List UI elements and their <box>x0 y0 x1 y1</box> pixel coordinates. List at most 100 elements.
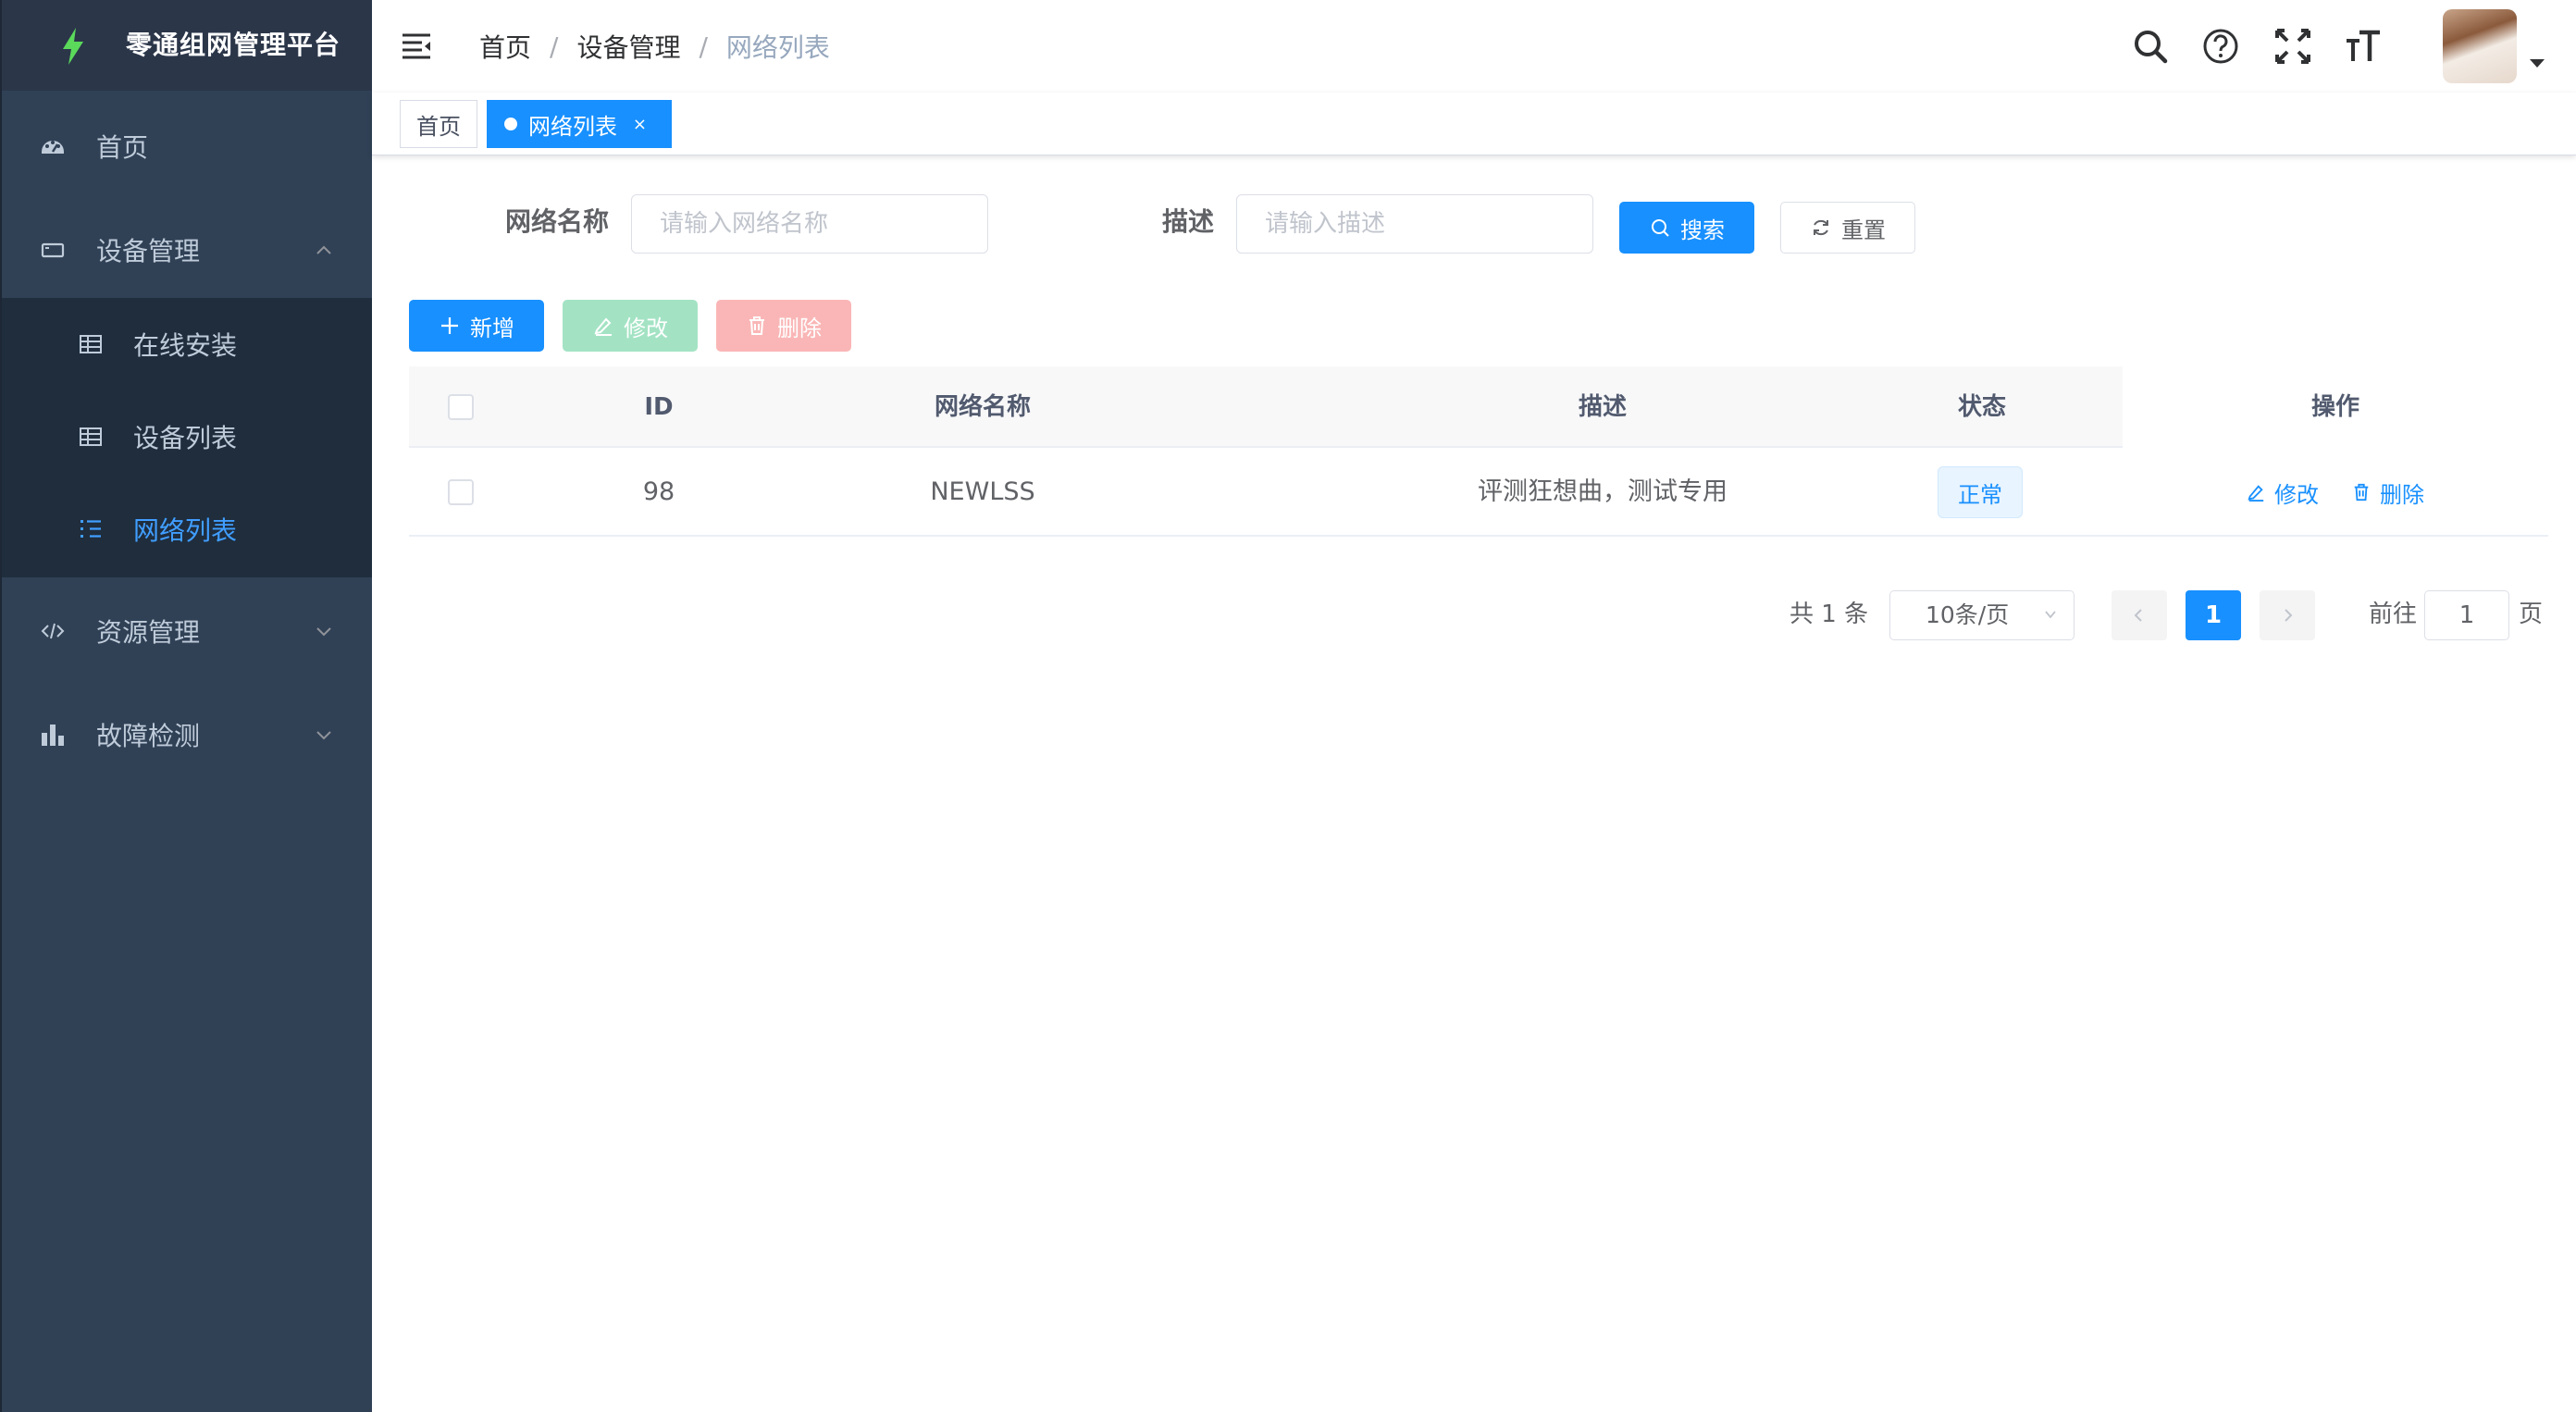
list-icon <box>78 516 104 542</box>
row-delete-button[interactable]: 删除 <box>2352 448 2424 537</box>
edit-icon <box>2247 482 2267 502</box>
page-size-select[interactable]: 10条/页 <box>1889 590 2074 640</box>
description-input[interactable] <box>1236 194 1593 254</box>
row-checkbox[interactable] <box>448 479 474 505</box>
next-page-button[interactable] <box>2260 590 2315 640</box>
tag-active-dot <box>504 118 517 130</box>
column-header-id: ID <box>644 393 674 421</box>
chevron-down-icon <box>316 731 331 740</box>
caret-down-icon[interactable] <box>2530 59 2545 68</box>
lightning-icon <box>63 28 83 65</box>
column-header-network-name: 网络名称 <box>934 393 1031 421</box>
logo-bar: 零通组网管理平台 <box>2 0 372 91</box>
description-label: 描述 <box>1162 206 1215 237</box>
reset-button-label: 重置 <box>1841 217 1886 243</box>
row-delete-label: 删除 <box>2380 481 2424 508</box>
table-icon <box>78 331 104 357</box>
help-icon[interactable] <box>2200 26 2241 67</box>
table-header: ID 网络名称 描述 状态 操作 <box>409 366 2548 448</box>
search-button-label: 搜索 <box>1680 217 1725 243</box>
status-badge: 正常 <box>1938 466 2023 518</box>
table-row: 98 NEWLSS 评测狂想曲，测试专用 正常 修改 删除 <box>409 448 2548 537</box>
trash-icon <box>746 315 768 337</box>
column-header-actions: 操作 <box>2123 366 2548 448</box>
trash-icon <box>2352 482 2372 502</box>
delete-button[interactable]: 删除 <box>716 300 851 352</box>
table-icon <box>78 424 104 450</box>
sidebar-subitem-network-list[interactable]: 网络列表 <box>2 483 372 576</box>
sidebar-item-resource-management[interactable]: 资源管理 <box>2 579 372 683</box>
chevron-down-icon <box>2045 611 2056 619</box>
tag-home[interactable]: 首页 <box>400 100 477 148</box>
network-name-input[interactable] <box>631 194 988 254</box>
submenu-device-management: 在线安装 设备列表 网络列表 <box>2 298 372 577</box>
refresh-icon <box>1810 217 1832 239</box>
breadcrumb-separator: / <box>699 31 708 62</box>
goto-label: 前往 <box>2369 601 2418 628</box>
breadcrumb-separator: / <box>550 31 559 62</box>
monitor-icon <box>39 236 67 264</box>
menu-toggle-icon[interactable] <box>400 30 433 63</box>
chevron-right-icon <box>2285 609 2293 622</box>
prev-page-button[interactable] <box>2112 590 2167 640</box>
row-edit-label: 修改 <box>2274 481 2319 508</box>
chevron-up-icon <box>316 245 331 254</box>
plus-icon <box>439 315 461 337</box>
sidebar-item-label: 首页 <box>96 132 149 163</box>
column-header-description: 描述 <box>1578 393 1627 421</box>
sidebar-subitem-device-list[interactable]: 设备列表 <box>2 390 372 483</box>
page-number-current[interactable]: 1 <box>2186 590 2241 640</box>
font-size-icon[interactable] <box>2343 26 2384 67</box>
edit-icon <box>592 315 614 337</box>
app-title: 零通组网管理平台 <box>126 30 341 60</box>
chevron-down-icon <box>316 627 331 637</box>
tag-label: 首页 <box>416 113 461 140</box>
sidebar-subitem-online-install[interactable]: 在线安装 <box>2 298 372 390</box>
search-icon <box>1649 217 1671 239</box>
edit-button-label: 修改 <box>624 315 668 341</box>
sidebar: 零通组网管理平台 首页 设备管理 在线安装 设备列表 网络列表 资源管理 故障检… <box>0 0 372 1412</box>
network-name-label: 网络名称 <box>505 206 610 237</box>
sidebar-item-device-management[interactable]: 设备管理 <box>2 198 372 302</box>
sidebar-item-label: 故障检测 <box>96 721 201 751</box>
breadcrumb-home[interactable]: 首页 <box>479 28 531 65</box>
close-icon[interactable]: × <box>633 115 647 134</box>
tag-label: 网络列表 <box>528 113 617 140</box>
tag-network-list[interactable]: 网络列表 × <box>487 100 672 148</box>
search-icon[interactable] <box>2130 26 2171 67</box>
page-suffix-label: 页 <box>2519 601 2544 628</box>
pagination-total: 共 1 条 <box>1790 601 1869 628</box>
chevron-left-icon <box>2134 609 2142 622</box>
add-button-label: 新增 <box>470 315 514 341</box>
user-avatar[interactable] <box>2443 9 2517 83</box>
top-navbar: 首页 / 设备管理 / 网络列表 <box>372 0 2576 93</box>
sidebar-item-home[interactable]: 首页 <box>2 94 372 198</box>
bar-chart-icon <box>39 721 67 749</box>
delete-button-label: 删除 <box>777 315 822 341</box>
code-icon <box>39 617 67 645</box>
cell-description: 评测狂想曲，测试专用 <box>1478 477 1728 506</box>
sidebar-item-label: 资源管理 <box>96 617 201 648</box>
edit-button[interactable]: 修改 <box>563 300 698 352</box>
tags-view: 首页 网络列表 × <box>372 93 2576 155</box>
breadcrumb-device-management[interactable]: 设备管理 <box>576 28 680 65</box>
sidebar-subitem-label: 在线安装 <box>133 330 238 361</box>
goto-page-input[interactable] <box>2424 590 2509 640</box>
search-button[interactable]: 搜索 <box>1619 202 1754 254</box>
sidebar-subitem-label: 设备列表 <box>133 423 238 453</box>
cell-id: 98 <box>642 477 675 506</box>
reset-button[interactable]: 重置 <box>1780 202 1915 254</box>
breadcrumb-current: 网络列表 <box>725 32 830 63</box>
breadcrumb: 首页 / 设备管理 / 网络列表 <box>479 0 830 93</box>
sidebar-item-fault-detection[interactable]: 故障检测 <box>2 683 372 787</box>
row-edit-button[interactable]: 修改 <box>2247 448 2319 537</box>
sidebar-item-label: 设备管理 <box>96 236 201 266</box>
sidebar-subitem-label: 网络列表 <box>133 515 238 546</box>
cell-network-name: NEWLSS <box>930 477 1035 506</box>
column-header-status: 状态 <box>1957 393 2006 421</box>
select-all-checkbox[interactable] <box>448 394 474 420</box>
add-button[interactable]: 新增 <box>409 300 544 352</box>
dashboard-icon <box>39 132 67 160</box>
fullscreen-icon[interactable] <box>2273 26 2313 67</box>
page-size-value: 10条/页 <box>1926 601 2010 628</box>
